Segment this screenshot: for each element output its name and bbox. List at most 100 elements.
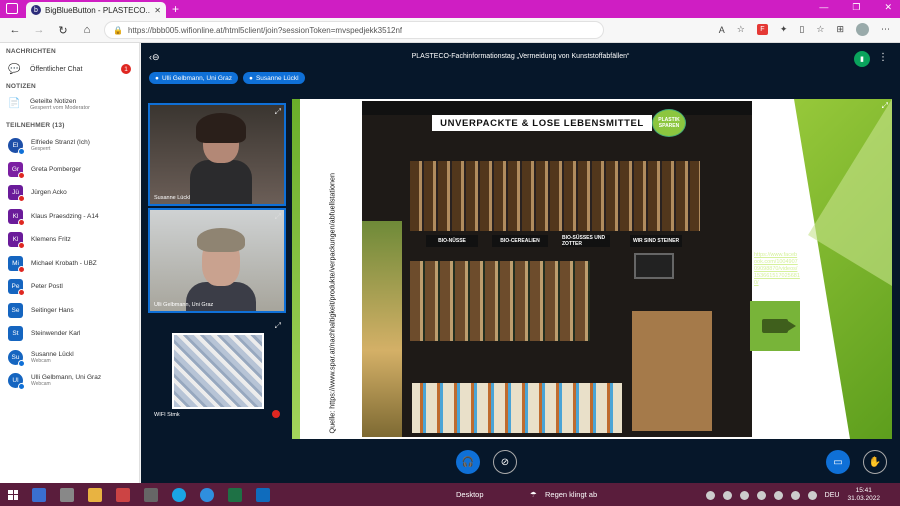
clock-date: 31.03.2022 bbox=[847, 495, 880, 502]
participant-item[interactable]: Pe Peter Postl bbox=[0, 275, 139, 299]
clock-time: 15:41 bbox=[855, 487, 872, 494]
more-menu-icon[interactable]: ⋯ bbox=[881, 24, 890, 35]
media-player-icon[interactable] bbox=[116, 487, 130, 502]
weather-text[interactable]: Regen klingt ab bbox=[545, 490, 597, 499]
tray-icon[interactable] bbox=[739, 490, 749, 500]
participant-item[interactable]: Su Susanne Lückl Webcam bbox=[0, 346, 139, 370]
read-aloud-icon[interactable]: A bbox=[719, 25, 725, 35]
account-avatar-icon[interactable] bbox=[856, 23, 869, 36]
close-tab-icon[interactable]: ✕ bbox=[154, 6, 161, 15]
close-window-icon[interactable]: ✕ bbox=[884, 2, 892, 13]
participant-item[interactable]: Jü Jürgen Acko bbox=[0, 181, 139, 205]
tray-icon[interactable] bbox=[807, 490, 817, 500]
presentation-button[interactable]: ▭ bbox=[826, 450, 850, 474]
maximize-icon[interactable]: ❐ bbox=[852, 2, 860, 13]
raise-hand-button[interactable]: ✋ bbox=[863, 450, 887, 474]
tray-icon[interactable] bbox=[756, 490, 766, 500]
participant-item[interactable]: Kl Klemens Fritz bbox=[0, 228, 139, 252]
participant-item[interactable]: Se Seitinger Hans bbox=[0, 299, 139, 323]
user-avatar: St bbox=[8, 326, 23, 342]
home-icon[interactable]: ⌂ bbox=[80, 24, 94, 36]
settings-icon[interactable] bbox=[60, 487, 74, 502]
tray-icon[interactable] bbox=[722, 490, 732, 500]
video-off-button[interactable]: ⊘ bbox=[493, 450, 517, 474]
webcam-tile[interactable]: ⤢ Susanne Lückl bbox=[148, 103, 286, 206]
unread-badge: 1 bbox=[121, 64, 131, 74]
user-status: Gesperrt bbox=[31, 146, 51, 153]
participant-item[interactable]: Gr Greta Pomberger bbox=[0, 158, 139, 182]
split-screen-icon[interactable]: ▯ bbox=[799, 24, 804, 35]
muted-mic-icon bbox=[272, 410, 280, 418]
talker-pill[interactable]: ● Ulli Gelbmann, Uni Graz bbox=[149, 72, 239, 84]
tray-icon[interactable] bbox=[790, 490, 800, 500]
paint-icon[interactable] bbox=[32, 487, 46, 502]
facebook-video-link[interactable]: https://www.facebook.com/100490709098870… bbox=[754, 252, 800, 287]
extension-icon[interactable]: F bbox=[756, 24, 768, 35]
source-text: Quelle: https://www.spar.at/nachhaltigke… bbox=[327, 172, 337, 434]
excel-icon[interactable] bbox=[228, 487, 242, 502]
person-hair bbox=[196, 113, 246, 143]
webcam-tile[interactable]: ⤢ Ulli Gelbmann, Uni Graz bbox=[148, 208, 286, 313]
jar-shelf bbox=[412, 383, 622, 433]
connection-status-icon[interactable]: ▮ bbox=[854, 51, 870, 67]
video-camera-icon[interactable] bbox=[750, 301, 800, 351]
webcam-name: Ulli Gelbmann, Uni Graz bbox=[154, 302, 214, 308]
tab-actions-icon[interactable] bbox=[6, 3, 18, 14]
new-tab-icon[interactable]: + bbox=[172, 2, 179, 16]
outlook-icon[interactable] bbox=[256, 487, 270, 502]
plastik-sparen-badge: PLASTIK SPAREN bbox=[652, 109, 686, 137]
clock[interactable]: 15:41 31.03.2022 bbox=[847, 487, 880, 503]
slide-accent-bar bbox=[292, 99, 300, 439]
reload-icon[interactable]: ↻ bbox=[56, 24, 70, 37]
fullscreen-icon[interactable]: ⤢ bbox=[275, 321, 281, 331]
skype-icon[interactable] bbox=[172, 487, 186, 502]
fullscreen-icon[interactable]: ⤢ bbox=[275, 107, 281, 117]
mic-muted-icon bbox=[18, 171, 25, 179]
favorite-star-icon[interactable]: ☆ bbox=[737, 24, 745, 35]
mic-muted-icon bbox=[18, 195, 25, 203]
collections-icon[interactable]: ⊞ bbox=[836, 24, 844, 35]
edge-browser-icon[interactable] bbox=[200, 487, 214, 502]
shared-notes-item[interactable]: 📄 Geteilte Notizen Gesperrt vom Moderato… bbox=[0, 95, 139, 117]
windows-start-icon[interactable] bbox=[8, 489, 18, 500]
webcam-tile[interactable]: ⤢ WIFI Stmk bbox=[148, 317, 286, 423]
desktop-label[interactable]: Desktop bbox=[456, 490, 484, 499]
participant-item[interactable]: El Elfriede Stranzl (Ich) Gesperrt bbox=[0, 134, 139, 158]
tray-icon[interactable] bbox=[773, 490, 783, 500]
options-menu-icon[interactable]: ⋮ bbox=[878, 52, 888, 63]
puzzle-icon[interactable]: ✦ bbox=[780, 24, 788, 35]
category-sign: BIO-CEREALIEN bbox=[492, 235, 548, 247]
audio-headphones-button[interactable]: 🎧 bbox=[456, 450, 480, 474]
participant-item[interactable]: St Steinwender Karl bbox=[0, 322, 139, 346]
user-avatar: Kl bbox=[8, 232, 25, 250]
category-sign: BIO-NÜSSE bbox=[426, 235, 478, 247]
back-arrow-icon[interactable]: ← bbox=[8, 24, 22, 36]
produce-shelf bbox=[362, 221, 402, 437]
language-indicator[interactable]: DEU bbox=[825, 492, 840, 499]
browser-toolbar: ← → ↻ ⌂ 🔒 https://bbb005.wifionline.at/h… bbox=[0, 18, 900, 43]
tray-icon[interactable] bbox=[705, 490, 715, 500]
file-explorer-icon[interactable] bbox=[88, 487, 102, 502]
slide-source: Quelle: https://www.spar.at/nachhaltigke… bbox=[302, 99, 362, 439]
user-avatar: Se bbox=[8, 302, 23, 318]
talker-pill[interactable]: ● Susanne Lückl bbox=[243, 72, 305, 84]
camera-off-icon: ⊘ bbox=[500, 456, 510, 468]
category-sign: BIO-SÜSSES UND ZOTTER bbox=[562, 235, 610, 247]
calculator-icon[interactable] bbox=[144, 487, 158, 502]
webcam-name: WIFI Stmk bbox=[154, 412, 180, 418]
monitor-icon: ▭ bbox=[833, 456, 843, 468]
favorites-icon[interactable]: ☆ bbox=[816, 24, 824, 35]
participant-item[interactable]: Mi Michael Krobath - UBZ bbox=[0, 252, 139, 276]
fullscreen-icon[interactable]: ⤢ bbox=[275, 212, 281, 222]
fullscreen-slide-icon[interactable]: ⤢ bbox=[882, 101, 888, 111]
browser-tab-active[interactable]: b BigBlueButton - PLASTECO... ✕ bbox=[26, 2, 166, 18]
participant-item[interactable]: Kl Klaus Praesdzing - A14 bbox=[0, 205, 139, 229]
address-bar[interactable]: 🔒 https://bbb005.wifionline.at/html5clie… bbox=[104, 21, 604, 39]
forward-arrow-icon[interactable]: → bbox=[32, 24, 46, 36]
meeting-main-area: ‹⊖ PLASTECO-Fachinformationstag „Vermeid… bbox=[141, 43, 900, 483]
minimize-icon[interactable]: — bbox=[819, 2, 828, 13]
messages-header: NACHRICHTEN bbox=[6, 48, 56, 55]
participant-item[interactable]: Ul Ulli Gelbmann, Uni Graz Webcam bbox=[0, 369, 139, 393]
window-controls: — ❐ ✕ bbox=[819, 2, 892, 13]
public-chat-item[interactable]: 💬 Öffentlicher Chat 1 bbox=[0, 60, 139, 78]
